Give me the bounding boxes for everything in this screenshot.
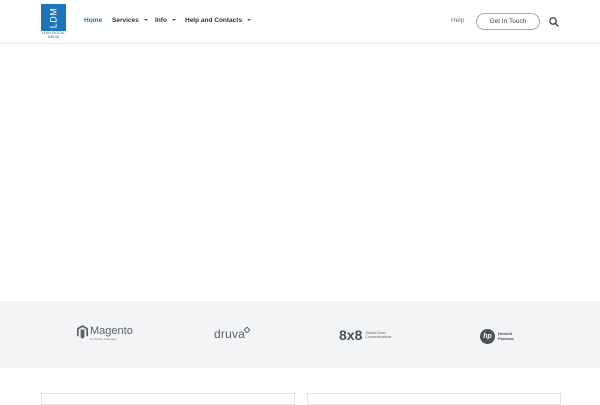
search-icon[interactable] [548,15,560,27]
hewlett-packard-logo: hp Hewlett Packard [480,326,514,346]
nav-item-home[interactable]: Home [84,14,102,28]
nav-item-label: Info [155,17,167,24]
druva-diamond-icon [244,327,250,333]
content-card [307,393,561,405]
druva-logo: druva [214,327,250,347]
eightx8-name: 8x8 [339,327,363,343]
logo-mark: LDM [41,4,66,31]
hp-icon: hp [480,328,495,344]
nav-item-label: Services [112,17,139,24]
hp-line2: Packard [498,336,514,341]
eightx8-tagline: Global Cloud Communications [365,330,392,340]
nav-item-label: Home [84,17,103,24]
site-header: LDM LEAN DIGITAL MEDIA Home Services Inf… [0,0,600,44]
magento-icon [77,325,88,339]
get-in-touch-button[interactable]: Get In Touch [476,13,540,30]
hp-mark: hp [483,332,492,340]
nav-item-services[interactable]: Services [112,14,148,28]
nav-item-info[interactable]: Info [155,14,176,28]
magento-tagline: An Adobe Company [90,337,117,341]
eightx8-logo: 8x8 Global Cloud Communications [339,325,395,345]
magento-logo: Magento An Adobe Company [77,325,133,345]
hero-area [0,44,600,301]
nav-item-help-and-contacts[interactable]: Help and Contacts [185,14,252,28]
help-link[interactable]: Help [451,14,464,28]
chevron-down-icon [247,19,252,21]
chevron-down-icon [171,19,176,21]
chevron-down-icon [143,19,148,21]
magento-name: Magento [90,325,133,337]
nav-item-label: Help and Contacts [185,17,243,24]
ldm-logo[interactable]: LDM [41,4,66,31]
druva-name: druva [214,327,246,341]
partner-logos-strip: Magento An Adobe Company druva 8x8 Globa… [0,301,600,368]
logo-mark-text: LDM [48,7,59,28]
logo-subtitle: LEAN DIGITAL MEDIA [41,31,66,39]
content-card [41,393,295,405]
